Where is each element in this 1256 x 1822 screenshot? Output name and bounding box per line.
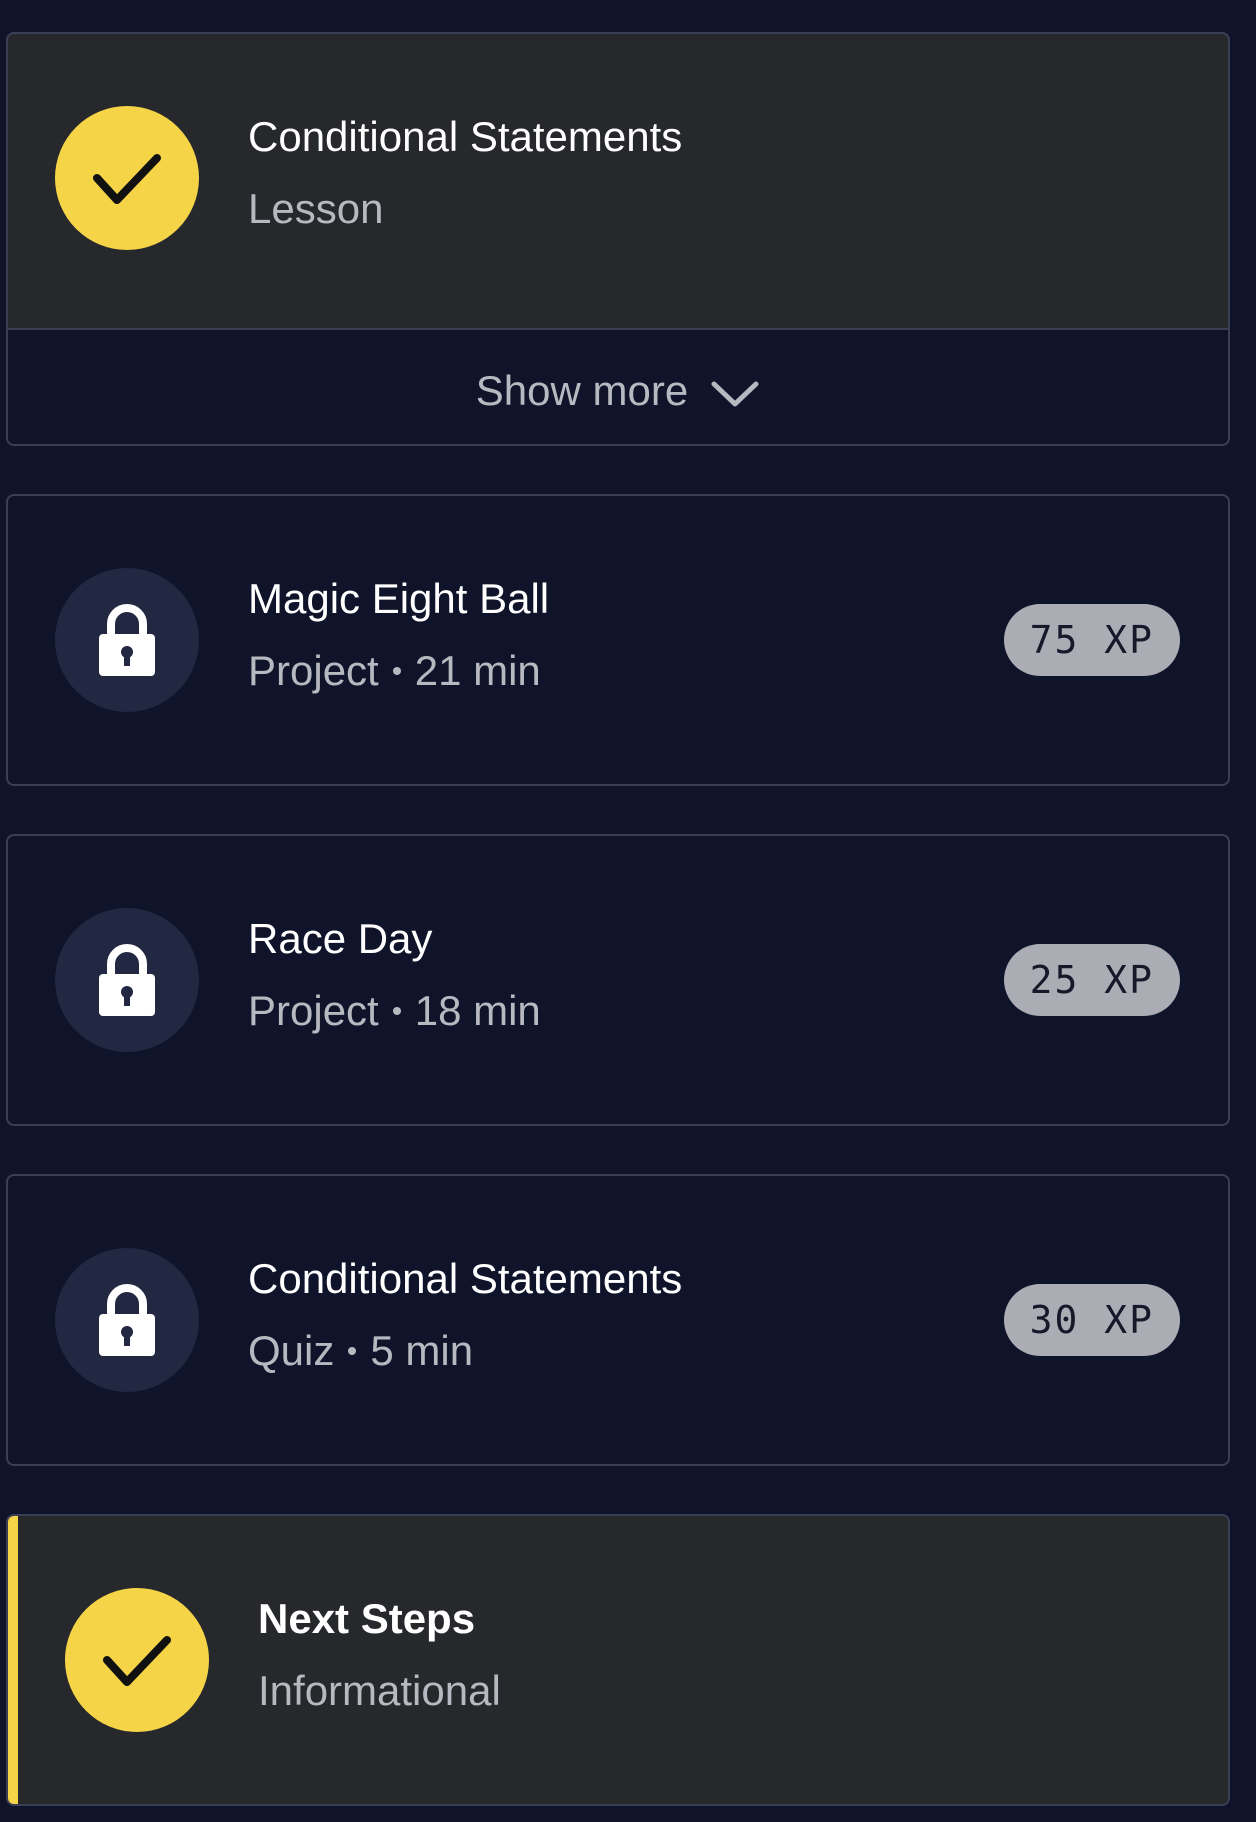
item-duration: 5 min [370, 1327, 474, 1374]
checkmark-icon [93, 154, 161, 204]
checkmark-icon [103, 1636, 171, 1686]
item-text: Conditional Statements Quiz 5 min [248, 1254, 682, 1376]
item-type: Project [248, 647, 379, 694]
item-duration: 18 min [414, 987, 541, 1034]
item-meta: Project 21 min [248, 646, 549, 696]
item-title: Conditional Statements [248, 113, 683, 160]
chevron-down-icon [711, 381, 759, 407]
module-item-list: Conditional Statements Lesson Show more … [0, 0, 1256, 1822]
item-meta: Project 18 min [248, 986, 541, 1036]
lock-badge [55, 908, 199, 1052]
item-type: Quiz [248, 1327, 335, 1374]
module-item-conditional-statements-quiz[interactable]: Conditional Statements Quiz 5 min 30 XP [6, 1174, 1230, 1466]
item-text: Magic Eight Ball Project 21 min [248, 574, 549, 696]
item-text: Next Steps Informational [258, 1594, 501, 1716]
item-title: Race Day [248, 915, 433, 962]
module-item-magic-eight-ball[interactable]: Magic Eight Ball Project 21 min 75 XP [6, 494, 1230, 786]
lock-badge [55, 568, 199, 712]
show-more-label: Show more [475, 367, 689, 414]
item-type: Project [248, 987, 379, 1034]
item-subtitle: Lesson [248, 185, 384, 232]
xp-badge: 25 XP [1003, 944, 1180, 1016]
module-item-race-day[interactable]: Race Day Project 18 min 25 XP [6, 834, 1230, 1126]
item-text: Conditional Statements Lesson [248, 112, 682, 234]
module-item-next-steps[interactable]: Next Steps Informational [6, 1514, 1230, 1806]
item-title: Next Steps [258, 1595, 476, 1642]
xp-badge: 75 XP [1003, 604, 1180, 676]
item-text: Race Day Project 18 min [248, 914, 541, 1036]
lock-badge [55, 1248, 199, 1392]
lock-icon [99, 1284, 155, 1356]
separator-dot [392, 1006, 401, 1015]
show-more-button[interactable]: Show more [8, 328, 1228, 444]
xp-badge: 30 XP [1003, 1284, 1180, 1356]
lock-icon [99, 604, 155, 676]
current-item-indicator [8, 1516, 18, 1804]
lock-icon [99, 944, 155, 1016]
item-subtitle: Informational [258, 1667, 501, 1714]
item-duration: 21 min [414, 647, 541, 694]
completed-badge [65, 1588, 209, 1732]
item-title: Conditional Statements [248, 1255, 683, 1302]
module-item-conditional-statements-lesson[interactable]: Conditional Statements Lesson Show more [6, 32, 1230, 446]
separator-dot [392, 666, 401, 675]
item-meta: Quiz 5 min [248, 1326, 682, 1376]
item-title: Magic Eight Ball [248, 575, 550, 622]
separator-dot [348, 1346, 357, 1355]
completed-badge [55, 106, 199, 250]
